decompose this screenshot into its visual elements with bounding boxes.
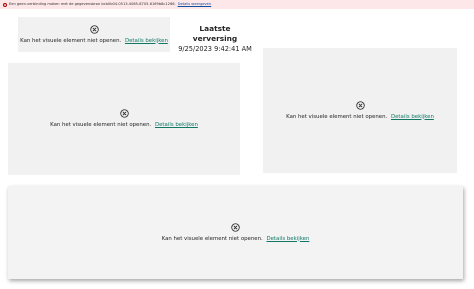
- visual-error-message: Kan het visuele element niet openen.: [286, 113, 388, 120]
- details-link[interactable]: Details bekijken: [125, 38, 168, 44]
- error-banner-message: Een geen-verbinding maken met de gegeven…: [9, 2, 176, 6]
- last-refresh-title: Laatste verversing: [192, 24, 238, 43]
- circle-x-icon: [355, 100, 365, 110]
- last-refresh-value: 9/25/2023 9:42:41 AM: [178, 45, 252, 53]
- circle-x-icon: [231, 222, 240, 232]
- error-banner-details-link[interactable]: Details weergeven: [178, 0, 211, 9]
- visual-error-line: Kan het visuele element niet openen. Det…: [50, 122, 198, 129]
- visual-error-message: Kan het visuele element niet openen.: [50, 122, 152, 128]
- visual-error-line: Kan het visuele element niet openen. Det…: [162, 236, 310, 243]
- last-refresh-card: Laatste verversing 9/25/2023 9:42:41 AM: [177, 24, 253, 54]
- visual-error-tile: Kan het visuele element niet openen. Det…: [8, 186, 463, 279]
- details-link[interactable]: Details bekijken: [155, 122, 198, 128]
- visual-error-tile: Kan het visuele element niet openen. Det…: [263, 48, 457, 173]
- details-link[interactable]: Details bekijken: [391, 114, 434, 120]
- visual-error-message: Kan het visuele element niet openen.: [20, 37, 122, 44]
- warning-icon: !: [3, 2, 7, 7]
- visual-error-line: Kan het visuele element niet openen. Det…: [20, 38, 168, 45]
- visual-error-line: Kan het visuele element niet openen. Det…: [286, 114, 434, 121]
- details-link[interactable]: Details bekijken: [266, 236, 309, 242]
- visual-error-tile: Kan het visuele element niet openen. Det…: [8, 63, 240, 175]
- circle-x-icon: [89, 24, 99, 34]
- visual-error-message: Kan het visuele element niet openen.: [161, 235, 263, 242]
- visual-error-tile: Kan het visuele element niet openen. Det…: [18, 17, 170, 52]
- error-banner: ! Een geen-verbinding maken met de gegev…: [0, 0, 474, 9]
- circle-x-icon: [119, 109, 129, 118]
